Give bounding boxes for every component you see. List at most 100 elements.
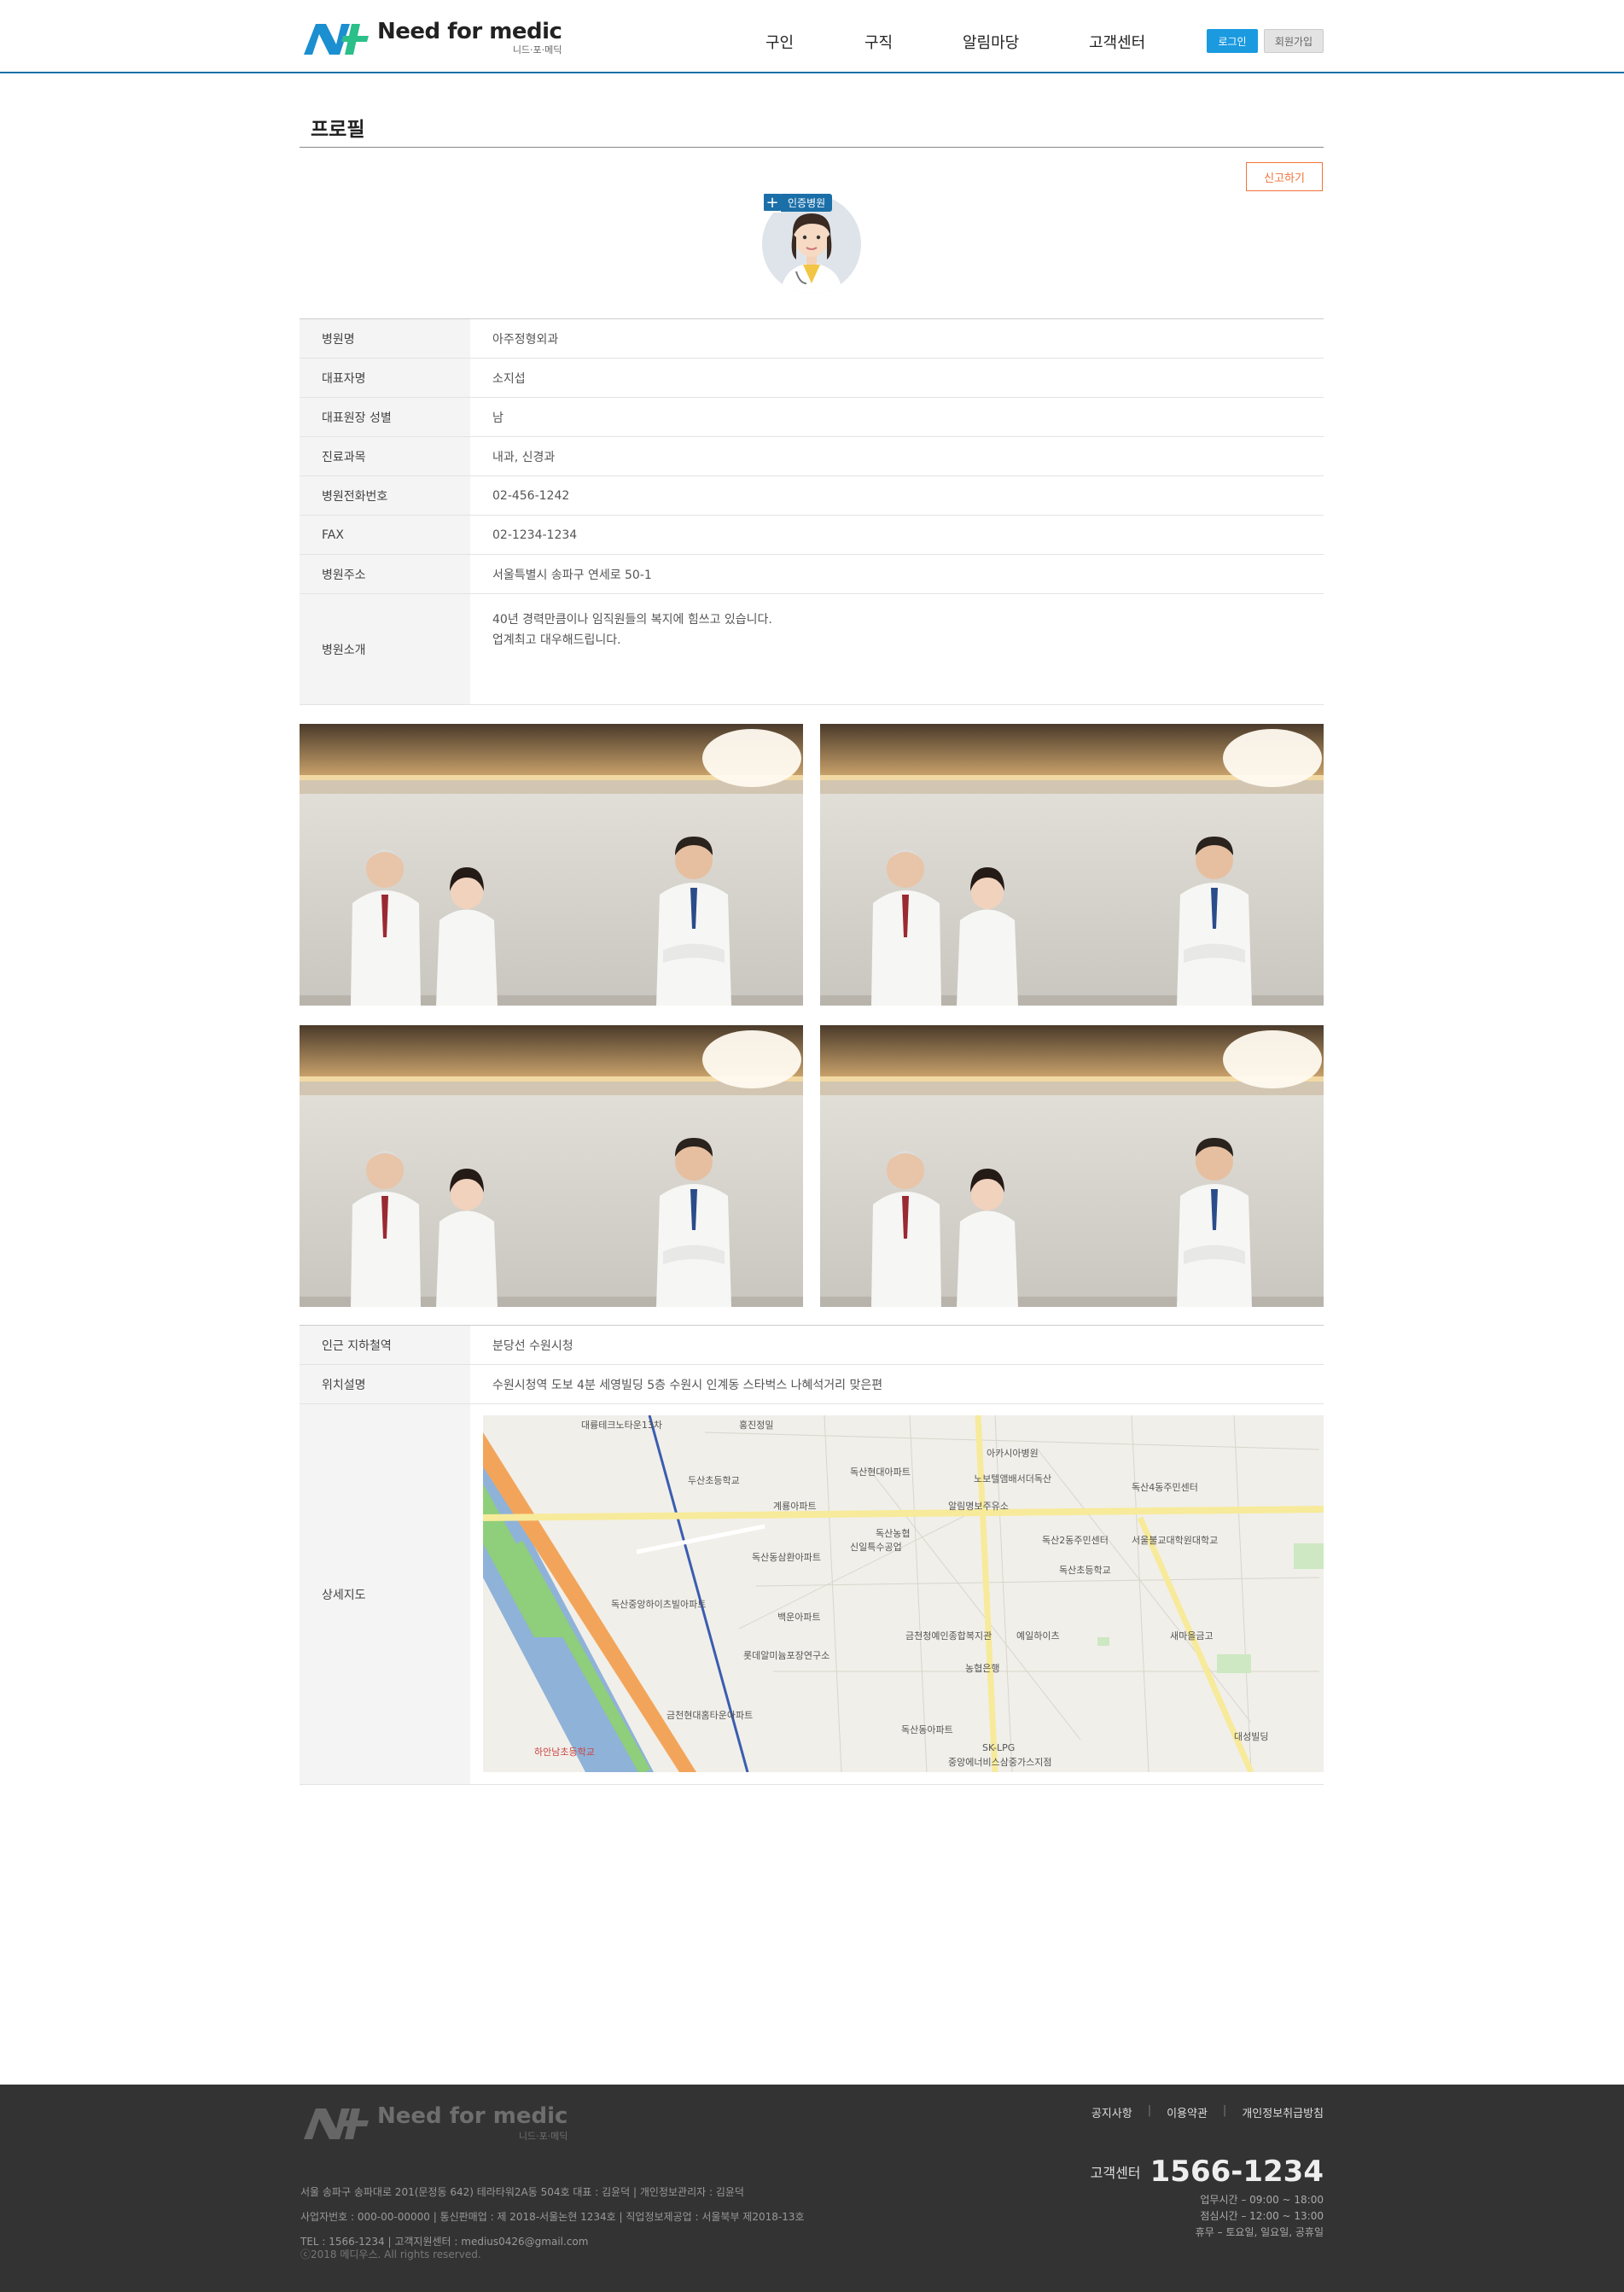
info-value: 소지섭	[492, 371, 526, 386]
login-button[interactable]: 로그인	[1207, 29, 1258, 53]
map-label-text: 롯데알미늄포장연구소	[743, 1649, 829, 1661]
separator: |	[1222, 2104, 1227, 2117]
footer-link-privacy[interactable]: 개인정보취급방침	[1242, 2104, 1324, 2120]
map-label-text: 중앙에너비스삼중가스지점	[948, 1757, 1051, 1768]
table-row: 인근 지하철역 분당선 수원시청	[300, 1326, 1324, 1365]
site-logo[interactable]: Need for medic 니드·포·메딕	[300, 19, 562, 58]
info-value: 아주정형외과	[492, 332, 559, 347]
footer-logo-sub: 니드·포·메딕	[518, 2131, 568, 2142]
map-label-text: 신일특수공업	[850, 1541, 902, 1553]
certified-badge: + 인증병원	[762, 192, 833, 213]
table-row: 대표자명 소지섭	[300, 359, 1324, 398]
table-row: FAX 02-1234-1234	[300, 516, 1324, 555]
info-value: 서울특별시 송파구 연세로 50-1	[492, 568, 652, 582]
map-label-text: 홍진정밀	[739, 1419, 773, 1431]
location-desc-label: 위치설명	[300, 1365, 470, 1403]
subway-label: 인근 지하철역	[300, 1326, 470, 1364]
info-value: 내과, 신경과	[492, 450, 556, 464]
page-title: 프로필	[311, 119, 365, 141]
logo-main-text: Need for medic	[377, 19, 562, 44]
cs-label: 고객센터	[1090, 2165, 1141, 2181]
table-row: 병원주소 서울특별시 송파구 연세로 50-1	[300, 555, 1324, 594]
hospital-photo[interactable]	[300, 724, 803, 1006]
map-label-text: 새마을금고	[1170, 1630, 1214, 1642]
nav-item-support[interactable]: 고객센터	[1089, 31, 1145, 53]
map-label-text: 두산초등학교	[688, 1475, 740, 1486]
medical-cross-icon: +	[762, 192, 783, 213]
map-label-text: 독산4동주민센터	[1132, 1482, 1198, 1493]
info-value: 02-1234-1234	[492, 528, 578, 542]
cs-number: 1566-1234	[1150, 2155, 1324, 2189]
map-label-text: 독산초등학교	[1059, 1565, 1111, 1576]
logo-sub-text: 니드·포·메딕	[512, 44, 562, 55]
hospital-info-table: 병원명 아주정형외과 대표자명 소지섭 대표원장 성별 남 진료과목 내과, 신경과 병…	[300, 318, 1324, 705]
info-label: FAX	[300, 516, 470, 554]
staff-photo-image	[300, 1025, 803, 1307]
map-label-text: 대륭테크노타운13차	[581, 1420, 662, 1431]
street-map-image: 두산초등학교 계룡아파트 독산현대아파트 아카시아병원 노보텔앰배서더독산 알림…	[483, 1415, 1324, 1772]
map-label: 상세지도	[300, 1404, 470, 1784]
footer-link-terms[interactable]: 이용약관	[1167, 2104, 1208, 2120]
footer-copyright: ⓒ2018 메디우스. All rights reserved.	[300, 2248, 481, 2260]
footer-logo: Need for medic 니드·포·메딕	[300, 2103, 568, 2143]
intro-line: 업계최고 대우해드립니다.	[492, 633, 621, 647]
location-desc-value: 수원시청역 도보 4분 세영빌딩 5층 수원시 인계동 스타벅스 나혜석거리 맞…	[492, 1378, 883, 1392]
map-label-text: 독산현대아파트	[850, 1467, 911, 1478]
intro-line: 40년 경력만큼이나 임직원들의 복지에 힘쓰고 있습니다.	[492, 613, 772, 627]
map-label-text: 알림명보주유소	[948, 1500, 1009, 1512]
hospital-photo[interactable]	[820, 1025, 1324, 1307]
staff-photo-image	[820, 1025, 1324, 1307]
title-divider	[300, 147, 1324, 148]
map-label-text: 독산동아파트	[901, 1724, 953, 1735]
separator: |	[1147, 2104, 1152, 2117]
info-label: 대표원장 성별	[300, 398, 470, 436]
page: Need for medic 니드·포·메딕 구인 구직 알림마당 고객센터 로…	[0, 0, 1624, 2292]
map-label-text: 독산중앙하이츠빌아파트	[611, 1598, 706, 1610]
staff-photo-image	[300, 724, 803, 1006]
subway-value: 분당선 수원시청	[492, 1338, 573, 1353]
footer-business: 사업자번호 : 000-00-00000 | 통신판매업 : 제 2018-서울…	[300, 2211, 805, 2223]
map-label-text: SK-LPG	[982, 1742, 1015, 1753]
map-label-text: 예일하이츠	[1016, 1630, 1060, 1642]
info-label: 병원명	[300, 319, 470, 358]
footer-links: 공지사항 | 이용약관 | 개인정보취급방침	[1091, 2104, 1324, 2120]
map-label-text: 금천청예인종합복지관	[905, 1630, 992, 1642]
intro-label: 병원소개	[300, 594, 470, 704]
map-label-text: 노보텔앰배서더독산	[974, 1473, 1051, 1484]
map-label-text: 독산동삼환아파트	[752, 1552, 821, 1563]
info-label: 병원주소	[300, 555, 470, 593]
report-button[interactable]: 신고하기	[1246, 162, 1323, 191]
intro-value: 40년 경력만큼이나 임직원들의 복지에 힘쓰고 있습니다. 업계최고 대우해드…	[470, 594, 1324, 704]
nav-item-notice[interactable]: 알림마당	[963, 31, 1019, 53]
hospital-photo[interactable]	[300, 1025, 803, 1307]
footer-logo-main: Need for medic	[377, 2103, 568, 2129]
footer-hours: 업무시간 – 09:00 ~ 18:00 점심시간 – 12:00 ~ 13:0…	[1196, 2192, 1324, 2241]
hours-lunch: 점심시간 – 12:00 ~ 13:00	[1200, 2210, 1324, 2222]
table-row: 병원명 아주정형외과	[300, 319, 1324, 359]
table-row: 병원전화번호 02-456-1242	[300, 476, 1324, 516]
footer-link-notice[interactable]: 공지사항	[1091, 2104, 1132, 2120]
hours-holiday: 휴무 – 토요일, 일요일, 공휴일	[1195, 2226, 1324, 2238]
info-value: 남	[492, 411, 503, 425]
map-label-text: 농협은행	[965, 1663, 999, 1674]
hospital-photo[interactable]	[820, 724, 1324, 1006]
nav-item-hiring[interactable]: 구인	[765, 31, 794, 53]
table-row: 병원소개 40년 경력만큼이나 임직원들의 복지에 힘쓰고 있습니다. 업계최고…	[300, 594, 1324, 705]
hours-work: 업무시간 – 09:00 ~ 18:00	[1200, 2194, 1324, 2206]
nav-item-jobs[interactable]: 구직	[864, 31, 893, 53]
profile-avatar: + 인증병원	[762, 192, 863, 295]
footer-company-info: 서울 송파구 송파대로 201(문정동 642) 테라타워2A동 504호 대표…	[300, 2180, 805, 2254]
footer-logo-mark-icon	[304, 2108, 369, 2139]
map-label-text: 아카시아병원	[987, 1448, 1039, 1459]
info-value: 02-456-1242	[492, 488, 570, 503]
info-label: 대표자명	[300, 359, 470, 397]
table-row: 진료과목 내과, 신경과	[300, 437, 1324, 476]
table-row: 위치설명 수원시청역 도보 4분 세영빌딩 5층 수원시 인계동 스타벅스 나혜석…	[300, 1365, 1324, 1404]
map-label-text: 독산2동주민센터	[1042, 1535, 1109, 1546]
map-label-text: 백운아파트	[777, 1612, 821, 1623]
detail-map[interactable]: 두산초등학교 계룡아파트 독산현대아파트 아카시아병원 노보텔앰배서더독산 알림…	[483, 1415, 1324, 1772]
table-row: 대표원장 성별 남	[300, 398, 1324, 437]
join-button[interactable]: 회원가입	[1264, 29, 1324, 53]
certified-badge-label: 인증병원	[781, 193, 833, 212]
info-label: 병원전화번호	[300, 476, 470, 515]
